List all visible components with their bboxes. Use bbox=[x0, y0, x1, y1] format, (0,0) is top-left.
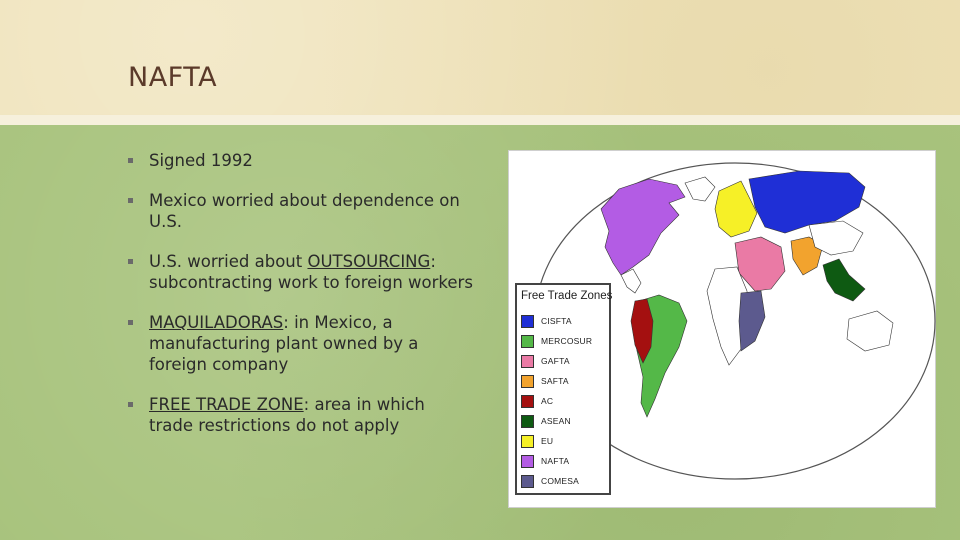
legend-title: Free Trade Zones bbox=[521, 290, 613, 302]
bullet-marker bbox=[128, 320, 133, 325]
legend-item-safta: SAFTA bbox=[521, 374, 609, 389]
legend-item-comesa: COMESA bbox=[521, 474, 609, 489]
world-map-image: Free Trade Zones CISFTA MERCOSUR GAFTA S… bbox=[508, 150, 936, 508]
legend-label: CISFTA bbox=[541, 316, 572, 326]
legend-swatch bbox=[521, 315, 534, 328]
legend-item-eu: EU bbox=[521, 434, 609, 449]
legend-item-ac: AC bbox=[521, 394, 609, 409]
legend-item-cisfta: CISFTA bbox=[521, 314, 609, 329]
bullet-marker bbox=[128, 259, 133, 264]
legend-item-asean: ASEAN bbox=[521, 414, 609, 429]
bullet-marker bbox=[128, 158, 133, 163]
legend-item-nafta: NAFTA bbox=[521, 454, 609, 469]
legend-label: EU bbox=[541, 436, 554, 446]
bullet-item: Signed 1992 bbox=[128, 150, 473, 171]
legend-label: GAFTA bbox=[541, 356, 570, 366]
legend-label: NAFTA bbox=[541, 456, 570, 466]
legend-item-gafta: GAFTA bbox=[521, 354, 609, 369]
bullet-marker bbox=[128, 198, 133, 203]
slide-title: NAFTA bbox=[128, 62, 218, 93]
legend-label: COMESA bbox=[541, 476, 580, 486]
bullet-marker bbox=[128, 402, 133, 407]
legend-swatch bbox=[521, 415, 534, 428]
bullet-text: Signed 1992 bbox=[149, 151, 253, 170]
legend-swatch bbox=[521, 375, 534, 388]
legend-item-mercosur: MERCOSUR bbox=[521, 334, 609, 349]
bullet-item: Mexico worried about dependence on U.S. bbox=[128, 190, 473, 232]
bullet-list: Signed 1992 Mexico worried about depende… bbox=[128, 150, 473, 455]
legend-swatch bbox=[521, 335, 534, 348]
bullet-item: U.S. worried about OUTSOURCING: subcontr… bbox=[128, 251, 473, 293]
map-legend: Free Trade Zones CISFTA MERCOSUR GAFTA S… bbox=[515, 283, 613, 495]
legend-swatch bbox=[521, 455, 534, 468]
legend-label: MERCOSUR bbox=[541, 336, 593, 346]
legend-swatch bbox=[521, 475, 534, 488]
legend-label: ASEAN bbox=[541, 416, 571, 426]
bullet-text-pre: U.S. worried about bbox=[149, 252, 308, 271]
legend-swatch bbox=[521, 395, 534, 408]
term-maquiladoras: MAQUILADORAS bbox=[149, 313, 284, 332]
legend-swatch bbox=[521, 435, 534, 448]
legend-swatch bbox=[521, 355, 534, 368]
term-outsourcing: OUTSOURCING bbox=[307, 252, 431, 271]
band-divider bbox=[0, 115, 960, 125]
bullet-item: MAQUILADORAS: in Mexico, a manufacturing… bbox=[128, 312, 473, 375]
term-free-trade-zone: FREE TRADE ZONE bbox=[149, 395, 304, 414]
bullet-item: FREE TRADE ZONE: area in which trade res… bbox=[128, 394, 473, 436]
bullet-text: Mexico worried about dependence on U.S. bbox=[149, 191, 460, 231]
legend-label: SAFTA bbox=[541, 376, 569, 386]
title-band bbox=[0, 0, 960, 115]
legend-label: AC bbox=[541, 396, 554, 406]
